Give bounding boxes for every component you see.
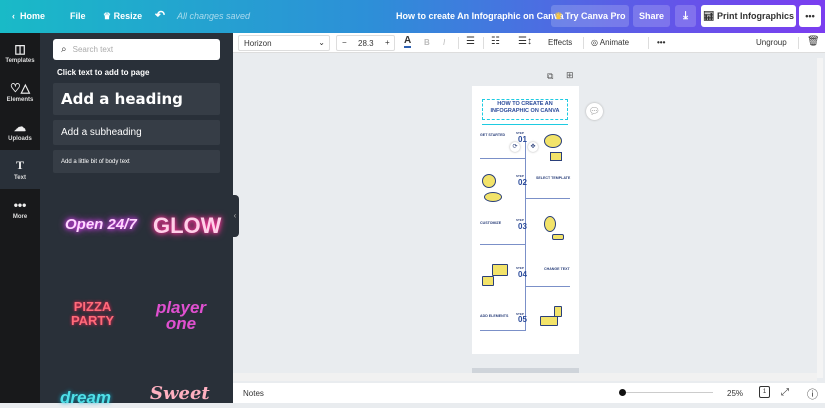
ungroup-button[interactable]: Ungroup <box>756 38 787 47</box>
text-panel: ⌕ Search text Click text to add to page A… <box>40 33 233 407</box>
infographic-page[interactable]: HOW TO CREATE AN INFOGRAPHIC ON CANVA GE… <box>472 86 579 354</box>
infographic-title[interactable]: HOW TO CREATE AN INFOGRAPHIC ON CANVA <box>482 99 568 120</box>
animate-button[interactable]: ◎ Animate <box>591 38 629 47</box>
home-button[interactable]: ‹ Home <box>12 11 45 21</box>
bottom-bar: Notes 25% 1 ⤢ ⓘ <box>233 383 825 403</box>
home-label: Home <box>20 11 46 21</box>
font-style-player-one[interactable]: player one <box>145 299 217 332</box>
rail-label: Elements <box>6 96 34 103</box>
step-label: CUSTOMIZE <box>480 221 502 225</box>
save-status: All changes saved <box>177 11 251 21</box>
more-options-button[interactable]: ••• <box>799 5 821 27</box>
add-body-text-button[interactable]: Add a little bit of body text <box>53 150 220 173</box>
font-name: Horizon <box>244 39 272 48</box>
rail-more[interactable]: ••• More <box>0 189 40 228</box>
rotate-handle-icon[interactable]: ⟳ <box>510 142 520 152</box>
zoom-slider[interactable] <box>623 392 713 393</box>
italic-icon[interactable]: I <box>443 38 445 47</box>
add-page-icon[interactable]: ⊞ <box>566 70 574 81</box>
animate-label: Animate <box>599 38 630 47</box>
try-pro-label: Try Canva Pro <box>565 11 626 21</box>
rail-label: More <box>12 213 28 220</box>
document-title[interactable]: How to create An Infographic on Canva <box>396 11 564 21</box>
move-handle-icon[interactable]: ✥ <box>528 142 538 152</box>
font-size-stepper[interactable]: − 28.3 + <box>336 35 395 51</box>
step-number: 05 <box>518 315 527 324</box>
step-number: 04 <box>518 270 527 279</box>
duplicate-page-icon[interactable]: ⧉ <box>547 71 553 82</box>
zoom-slider-handle[interactable] <box>619 389 626 396</box>
comment-icon[interactable]: 💬︎ <box>586 103 603 120</box>
crown-icon: ♛ <box>554 10 563 21</box>
text-icon: T <box>15 158 24 172</box>
rail-label: Text <box>14 175 26 181</box>
templates-icon: ◫ <box>14 41 26 56</box>
chevron-down-icon: ⌄ <box>318 38 325 47</box>
download-icon[interactable]: ⤓ <box>675 5 696 27</box>
step-label: CHANGE TEXT <box>544 267 570 271</box>
text-color-icon[interactable]: A <box>404 36 412 48</box>
rail-elements[interactable]: ♡△ Elements <box>0 72 40 111</box>
upload-icon: ☁ <box>14 119 26 134</box>
list-icon[interactable]: ☷ <box>491 36 500 47</box>
increase-size-button[interactable]: + <box>385 38 390 47</box>
animate-icon: ◎ <box>591 38 598 47</box>
top-bar: ‹ Home File ♛ Resize ↶ All changes saved… <box>0 0 825 33</box>
font-style-pizza-party[interactable]: PIZZA PARTY <box>65 300 120 328</box>
elements-icon: ♡△ <box>10 80 30 95</box>
search-input[interactable]: ⌕ Search text <box>53 39 220 60</box>
print-infographics-button[interactable]: 📊︎ Print Infographics <box>701 5 796 27</box>
file-menu[interactable]: File <box>70 11 86 21</box>
collapse-panel-handle[interactable]: ‹ <box>231 195 239 237</box>
side-rail: ◫ Templates ♡△ Elements ☁ Uploads T Text •••… <box>0 33 40 403</box>
fullscreen-icon[interactable]: ⤢ <box>781 387 789 398</box>
print-label: Print Infographics <box>716 11 794 21</box>
rail-label: Uploads <box>8 135 32 142</box>
bold-icon[interactable]: B <box>424 38 430 47</box>
rail-label: Templates <box>5 57 35 64</box>
search-icon: ⌕ <box>61 44 67 55</box>
effects-button[interactable]: Effects <box>548 38 572 47</box>
font-select[interactable]: Horizon ⌄ <box>238 35 330 51</box>
share-button[interactable]: Share <box>633 5 670 27</box>
help-icon[interactable]: ⓘ <box>807 386 818 402</box>
undo-icon[interactable]: ↶ <box>155 8 165 22</box>
notes-button[interactable]: Notes <box>243 389 264 398</box>
rail-uploads[interactable]: ☁ Uploads <box>0 111 40 150</box>
trash-icon[interactable]: 🗑︎ <box>807 36 820 47</box>
add-heading-button[interactable]: Add a heading <box>53 83 220 115</box>
bar-chart-icon: 📊︎ <box>703 10 715 21</box>
align-center-icon[interactable]: ☰ <box>466 36 475 47</box>
crown-icon: ♛ <box>103 11 112 21</box>
step-label: GET STARTED <box>480 133 506 137</box>
more-icon: ••• <box>13 197 27 212</box>
spacing-icon[interactable]: ☰↕ <box>518 36 532 47</box>
resize-button[interactable]: ♛ Resize <box>103 11 142 22</box>
step-number: 02 <box>518 178 527 187</box>
font-style-sweet[interactable]: Sweet <box>150 383 210 404</box>
rail-templates[interactable]: ◫ Templates <box>0 33 40 72</box>
font-size-input[interactable]: 28.3 <box>358 39 374 48</box>
horizontal-scrollbar[interactable] <box>233 373 817 381</box>
font-style-open[interactable]: Open 24/7 <box>65 216 137 233</box>
step-number: 01 <box>518 135 527 144</box>
step-number: 03 <box>518 222 527 231</box>
step-label: SELECT TEMPLATE <box>536 176 571 180</box>
rail-text[interactable]: T Text <box>0 150 40 189</box>
more-tools-icon[interactable]: ••• <box>657 38 665 47</box>
page-count-button[interactable]: 1 <box>759 386 770 398</box>
zoom-level[interactable]: 25% <box>727 389 743 398</box>
panel-hint: Click text to add to page <box>57 68 150 77</box>
decrease-size-button[interactable]: − <box>342 38 347 47</box>
font-style-dream[interactable]: dream <box>60 388 111 408</box>
resize-label: Resize <box>113 11 143 21</box>
try-canva-pro-button[interactable]: ♛ Try Canva Pro <box>551 5 629 27</box>
font-style-glow[interactable]: GLOW <box>153 213 221 239</box>
add-subheading-button[interactable]: Add a subheading <box>53 120 220 145</box>
search-placeholder: Search text <box>72 45 114 54</box>
editor-toolbar: Horizon ⌄ − 28.3 + A B I ☰ ☷ ☰↕ Effects ◎… <box>233 33 825 53</box>
vertical-scrollbar[interactable] <box>817 58 823 378</box>
step-label: ADD ELEMENTS <box>480 314 509 318</box>
